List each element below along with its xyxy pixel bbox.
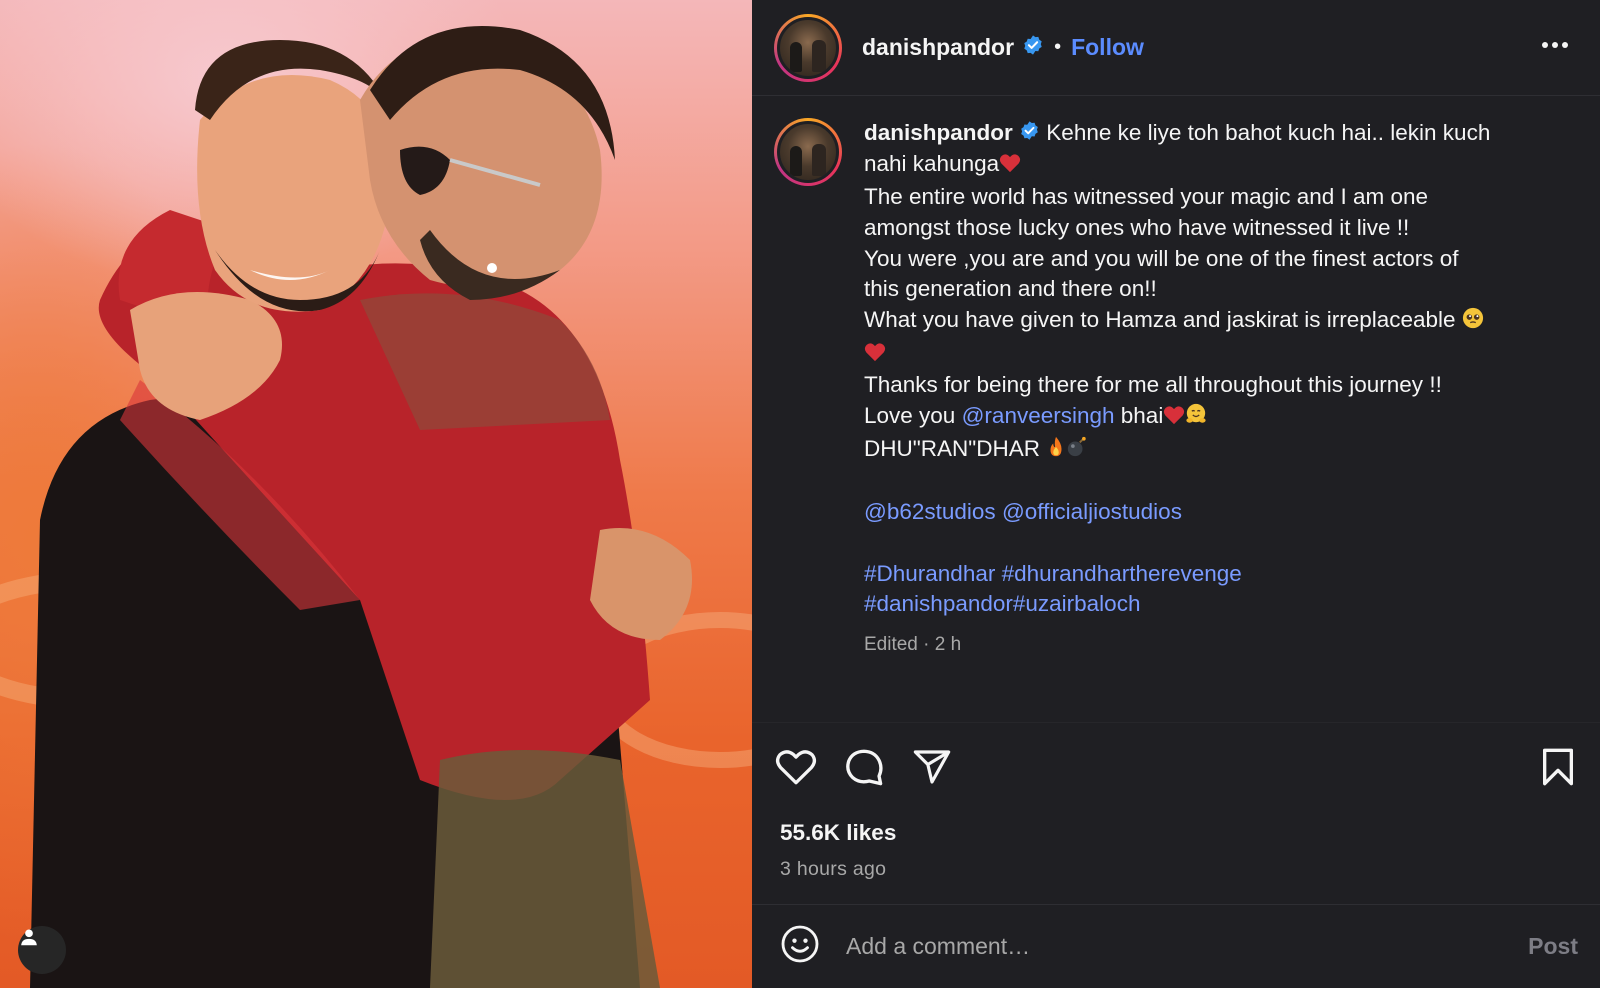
emoji-icon	[781, 925, 819, 963]
post-caption: danishpandor Kehne ke liye toh bahot kuc…	[774, 118, 1574, 661]
post-detail-panel: danishpandor • Follow danishpandor Kehne…	[752, 0, 1600, 988]
verified-badge-icon	[1022, 34, 1044, 61]
header-separator: •	[1054, 36, 1062, 58]
hashtag-dhurandhar-link[interactable]: #Dhurandhar	[864, 561, 995, 586]
caption-text-line: nahi kahunga	[864, 151, 1000, 177]
hashtag-danishpandor-uzairbaloch-link[interactable]: #danishpandor#uzairbaloch	[864, 589, 1550, 620]
bookmark-icon	[1542, 748, 1573, 786]
caption-line: this generation and there on!!	[864, 276, 1157, 302]
caption-text-line: Kehne ke liye toh bahot kuch hai.. lekin…	[1046, 120, 1491, 145]
header-username[interactable]: danishpandor	[862, 34, 1014, 61]
mention-b62studios-link[interactable]: @b62studios	[864, 499, 996, 524]
caption-username[interactable]: danishpandor	[864, 120, 1013, 145]
share-button[interactable]	[910, 745, 954, 789]
red-heart-emoji-icon	[1163, 403, 1185, 434]
red-heart-emoji-icon	[864, 340, 886, 371]
user-tag-icon	[21, 929, 37, 946]
caption-meta: Edited · 2 h	[864, 633, 962, 655]
post-header: danishpandor • Follow	[752, 0, 1600, 96]
caption-line: What you have given to Hamza and jaskira…	[864, 305, 1550, 338]
avatar[interactable]	[774, 13, 842, 82]
verified-badge-icon	[1019, 119, 1040, 150]
comment-icon	[846, 749, 883, 786]
share-icon	[913, 750, 951, 784]
caption-line: DHU"RAN"DHAR	[864, 434, 1550, 467]
bomb-emoji-icon	[1066, 436, 1088, 467]
comment-button[interactable]	[842, 745, 886, 789]
avatar-image	[777, 121, 839, 183]
caption-line: Thanks for being there for me all throug…	[864, 372, 1442, 398]
caption-line: Love you @ranveersingh bhai	[864, 401, 1550, 434]
caption-line: The entire world has witnessed your magi…	[864, 184, 1429, 210]
caption-line: #Dhurandhar #dhurandhartherevenge	[864, 559, 1550, 590]
caption-text: danishpandor Kehne ke liye toh bahot kuc…	[864, 118, 1550, 661]
heart-icon	[775, 750, 817, 785]
post-timestamp[interactable]: 3 hours ago	[780, 858, 886, 881]
more-options-icon	[1542, 42, 1568, 48]
red-heart-emoji-icon	[999, 151, 1021, 182]
comment-bar: Post	[752, 904, 1600, 988]
hashtag-dhurandhartherevenge-link[interactable]: #dhurandhartherevenge	[1002, 561, 1242, 586]
caption-text-line: What you have given to Hamza and jaskira…	[864, 306, 1456, 332]
avatar-image	[777, 16, 839, 79]
caption-line	[864, 338, 1550, 371]
post-modal: danishpandor • Follow danishpandor Kehne…	[0, 0, 1600, 988]
pleading-face-emoji-icon	[1462, 307, 1484, 338]
caption-line: nahi kahunga	[864, 149, 1550, 182]
comment-input[interactable]	[846, 933, 1486, 960]
post-comment-button[interactable]: Post	[1528, 933, 1578, 960]
hugging-face-emoji-icon	[1185, 403, 1207, 434]
caption-text-line: bhai	[1120, 403, 1164, 429]
mention-officialjiostudios-link[interactable]: @officialjiostudios	[1002, 499, 1182, 524]
more-options-button[interactable]	[1540, 30, 1570, 60]
likes-count[interactable]: 55.6K likes	[780, 820, 896, 846]
post-actions	[752, 722, 1600, 794]
caption-line: You were ,you are and you will be one of…	[864, 245, 1459, 271]
save-button[interactable]	[1536, 745, 1580, 789]
like-button[interactable]	[774, 745, 818, 789]
follow-button[interactable]: Follow	[1071, 34, 1144, 61]
fire-emoji-icon	[1046, 436, 1066, 467]
emoji-picker-button[interactable]	[780, 924, 820, 969]
caption-avatar[interactable]	[774, 118, 842, 186]
user-tag-button[interactable]	[18, 926, 66, 974]
caption-text-line: DHU"RAN"DHAR	[864, 435, 1040, 461]
post-photo-illustration	[0, 26, 752, 988]
mention-ranveersingh-link[interactable]: @ranveersingh	[962, 403, 1115, 428]
caption-text-line: Love you	[864, 403, 956, 429]
caption-line: @b62studios @officialjiostudios	[864, 497, 1550, 528]
caption-line: danishpandor Kehne ke liye toh bahot kuc…	[864, 118, 1550, 149]
caption-line: amongst those lucky ones who have witnes…	[864, 214, 1410, 240]
post-image[interactable]	[0, 0, 752, 988]
